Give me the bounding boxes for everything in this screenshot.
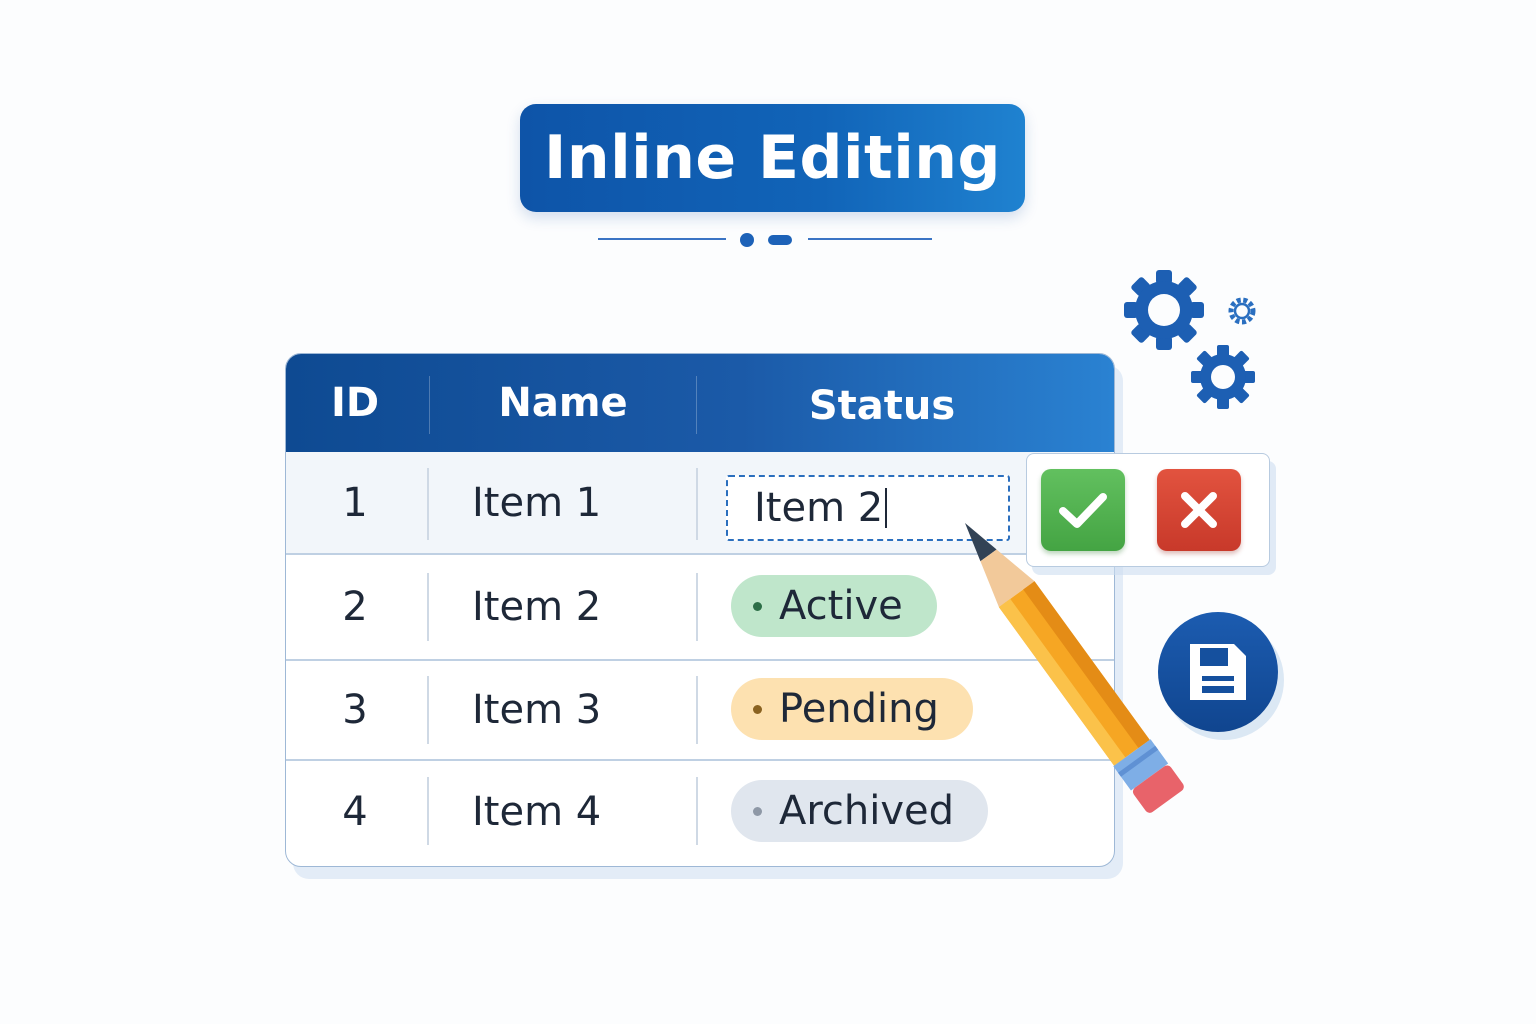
column-header-status[interactable]: Status <box>697 354 1067 452</box>
page-title-badge: Inline Editing <box>520 104 1025 212</box>
status-dot <box>753 806 762 816</box>
column-separator <box>696 573 698 641</box>
title-divider-dash <box>768 235 792 245</box>
inline-edit-value: Item 2 <box>754 485 884 531</box>
column-header-name[interactable]: Name <box>430 354 696 452</box>
title-divider-right <box>808 238 932 240</box>
cell-name: Item 3 <box>472 687 602 733</box>
gears-icon <box>1124 270 1256 409</box>
table-header: ID Name Status <box>286 354 1114 452</box>
text-caret <box>885 488 888 528</box>
cell-id: 4 <box>342 789 368 835</box>
cell-id: 3 <box>342 687 368 733</box>
status-dot <box>753 704 762 714</box>
column-separator <box>427 676 429 744</box>
title-divider-dot <box>740 233 754 247</box>
column-separator <box>427 573 429 641</box>
save-button[interactable] <box>1158 612 1278 732</box>
cell-name: Item 2 <box>472 584 602 630</box>
status-label: Archived <box>779 788 955 834</box>
title-divider-left <box>598 238 726 240</box>
column-separator <box>427 468 429 540</box>
page-title: Inline Editing <box>544 123 1001 193</box>
column-separator <box>696 777 698 845</box>
cell-id: 2 <box>342 584 368 630</box>
cell-name: Item 4 <box>472 789 602 835</box>
cell-id: 1 <box>342 480 368 526</box>
status-dot <box>753 601 762 611</box>
cell-name: Item 1 <box>472 480 602 526</box>
status-label: Active <box>779 583 903 629</box>
status-badge-pending[interactable]: Pending <box>731 678 973 740</box>
column-separator <box>696 676 698 744</box>
floppy-disk-icon <box>1190 644 1246 700</box>
column-header-id[interactable]: ID <box>286 354 424 452</box>
column-separator <box>427 777 429 845</box>
status-label: Pending <box>779 686 939 732</box>
column-separator <box>696 468 698 540</box>
status-badge-active[interactable]: Active <box>731 575 937 637</box>
